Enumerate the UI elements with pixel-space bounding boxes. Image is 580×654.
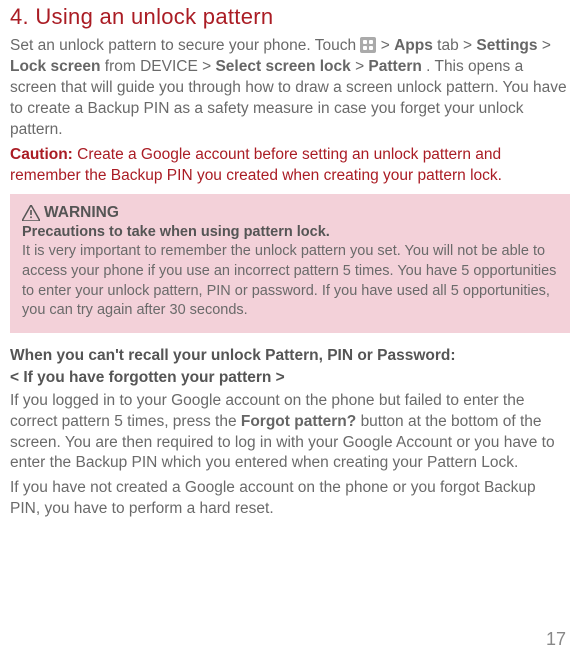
page-number: 17: [546, 629, 566, 650]
recall-heading: When you can't recall your unlock Patter…: [10, 347, 570, 365]
selectlock-label: Select screen lock: [215, 58, 350, 75]
warning-heading: WARNING: [22, 204, 558, 222]
apps-label: Apps: [394, 37, 433, 54]
caution-label: Caution:: [10, 146, 73, 163]
caution-paragraph: Caution: Create a Google account before …: [10, 145, 570, 187]
warning-title: WARNING: [44, 204, 119, 222]
warning-icon: [22, 205, 40, 221]
recall-subheading: < If you have forgotten your pattern >: [10, 369, 570, 387]
lockscreen-label: Lock screen: [10, 58, 100, 75]
intro-text-1: Set an unlock pattern to secure your pho…: [10, 37, 360, 54]
intro-text-gt2: >: [542, 37, 551, 54]
intro-text-gt3: >: [355, 58, 368, 75]
warning-subtitle: Precautions to take when using pattern l…: [22, 224, 558, 240]
recall-para2: If you have not created a Google account…: [10, 478, 570, 520]
section-title: 4. Using an unlock pattern: [10, 4, 570, 30]
pattern-label: Pattern: [368, 58, 421, 75]
page: 4. Using an unlock pattern Set an unlock…: [0, 4, 580, 654]
intro-paragraph: Set an unlock pattern to secure your pho…: [10, 36, 570, 141]
apps-icon: [360, 37, 376, 53]
intro-text-3: from DEVICE >: [105, 58, 216, 75]
warning-box: WARNING Precautions to take when using p…: [10, 194, 570, 332]
intro-text-gt1: >: [381, 37, 394, 54]
settings-label: Settings: [476, 37, 537, 54]
intro-text-2: tab >: [437, 37, 476, 54]
caution-body: Create a Google account before setting a…: [10, 146, 502, 184]
forgot-pattern-label: Forgot pattern?: [241, 413, 356, 430]
recall-para1: If you logged in to your Google account …: [10, 391, 570, 475]
warning-body: It is very important to remember the unl…: [22, 242, 558, 320]
